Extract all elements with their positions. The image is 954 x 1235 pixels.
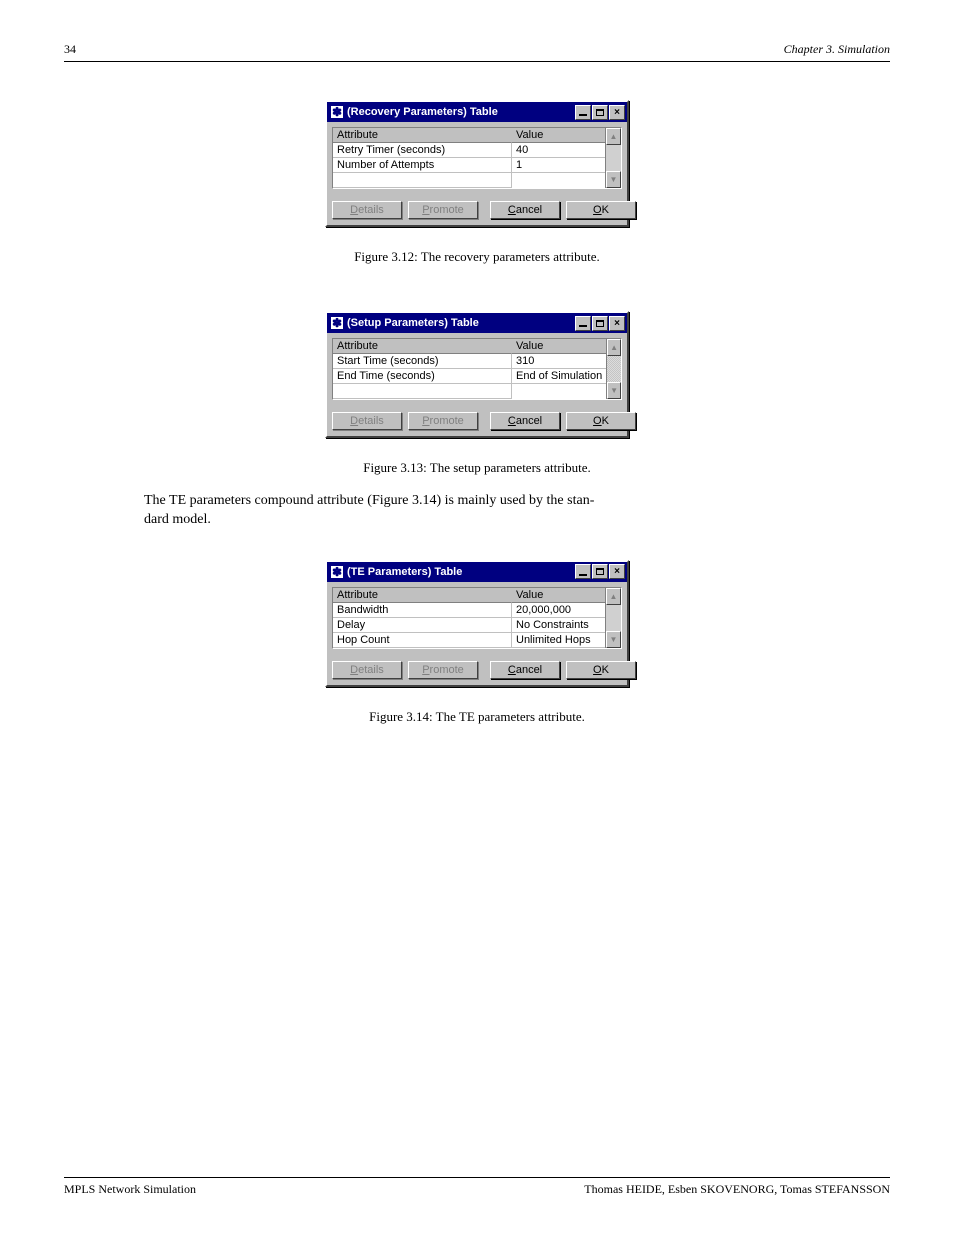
table-header-row: Attribute Value: [333, 128, 605, 143]
promote-button: Promote: [408, 661, 478, 679]
body-paragraph: The TE parameters compound attribute (Fi…: [144, 492, 770, 530]
close-button[interactable]: ×: [609, 105, 625, 120]
minimize-button[interactable]: [575, 316, 591, 331]
header-rule: [64, 61, 890, 62]
figure-caption: Figure 3.14: The TE parameters attribute…: [64, 709, 890, 725]
table-row[interactable]: Retry Timer (seconds) 40: [333, 143, 605, 158]
setup-parameters-dialog: ✽ (Setup Parameters) Table × Attribute V…: [325, 311, 629, 438]
column-value: Value: [512, 128, 605, 143]
figure-caption: Figure 3.12: The recovery parameters att…: [64, 249, 890, 265]
minimize-button[interactable]: [575, 105, 591, 120]
dialog-titlebar[interactable]: ✽ (TE Parameters) Table ×: [327, 562, 627, 582]
ok-button[interactable]: OK: [566, 412, 636, 430]
attr-value[interactable]: Unlimited Hops: [512, 633, 605, 648]
page-number: 34: [64, 42, 76, 57]
attr-name: Bandwidth: [333, 603, 512, 618]
asterisk-icon: ✽: [331, 106, 343, 118]
scroll-up-icon[interactable]: ▲: [606, 588, 621, 605]
scroll-down-icon[interactable]: ▼: [606, 631, 621, 648]
column-attribute: Attribute: [333, 588, 512, 603]
dialog-title: (Setup Parameters) Table: [347, 317, 479, 329]
promote-button: Promote: [408, 412, 478, 430]
attr-value[interactable]: 310: [512, 354, 606, 369]
ok-button[interactable]: OK: [566, 661, 636, 679]
cancel-button[interactable]: Cancel: [490, 201, 560, 219]
attributes-table: Attribute Value Bandwidth 20,000,000 Del…: [332, 587, 622, 649]
footer-rule: [64, 1177, 890, 1178]
ok-button[interactable]: OK: [566, 201, 636, 219]
table-row[interactable]: Delay No Constraints: [333, 618, 605, 633]
cancel-button[interactable]: Cancel: [490, 661, 560, 679]
cancel-button[interactable]: Cancel: [490, 412, 560, 430]
column-value: Value: [512, 588, 605, 603]
column-attribute: Attribute: [333, 128, 512, 143]
details-button: Details: [332, 412, 402, 430]
table-header-row: Attribute Value: [333, 588, 605, 603]
attr-value[interactable]: 1: [512, 158, 605, 173]
table-row[interactable]: End Time (seconds) End of Simulation: [333, 369, 606, 384]
footer-left: MPLS Network Simulation: [64, 1182, 196, 1197]
scroll-up-icon[interactable]: ▲: [606, 128, 621, 145]
dialog-title: (TE Parameters) Table: [347, 566, 462, 578]
maximize-button[interactable]: [592, 105, 608, 120]
attr-name: Hop Count: [333, 633, 512, 648]
attr-name: Delay: [333, 618, 512, 633]
table-header-row: Attribute Value: [333, 339, 606, 354]
attr-value[interactable]: No Constraints: [512, 618, 605, 633]
table-row-empty: [333, 384, 606, 399]
asterisk-icon: ✽: [331, 566, 343, 578]
details-button: Details: [332, 201, 402, 219]
table-row-empty: [333, 173, 605, 188]
minimize-button[interactable]: [575, 564, 591, 579]
table-row[interactable]: Number of Attempts 1: [333, 158, 605, 173]
footer-right: Thomas HEIDE, Esben SKOVENORG, Tomas STE…: [584, 1182, 890, 1197]
attr-value[interactable]: End of Simulation: [512, 369, 606, 384]
details-button: Details: [332, 661, 402, 679]
recovery-parameters-dialog: ✽ (Recovery Parameters) Table × Attribut…: [325, 100, 629, 227]
attributes-table: Attribute Value Retry Timer (seconds) 40…: [332, 127, 622, 189]
attr-value[interactable]: 40: [512, 143, 605, 158]
attr-name: Retry Timer (seconds): [333, 143, 512, 158]
close-button[interactable]: ×: [609, 564, 625, 579]
table-row[interactable]: Hop Count Unlimited Hops: [333, 633, 605, 648]
page-header: 34 Chapter 3. Simulation: [64, 42, 890, 57]
dialog-title: (Recovery Parameters) Table: [347, 106, 498, 118]
maximize-button[interactable]: [592, 316, 608, 331]
scroll-down-icon[interactable]: ▼: [607, 382, 621, 399]
attr-name: End Time (seconds): [333, 369, 512, 384]
maximize-button[interactable]: [592, 564, 608, 579]
dialog-titlebar[interactable]: ✽ (Recovery Parameters) Table ×: [327, 102, 627, 122]
attributes-table: Attribute Value Start Time (seconds) 310…: [332, 338, 622, 400]
table-row[interactable]: Bandwidth 20,000,000: [333, 603, 605, 618]
table-row[interactable]: Start Time (seconds) 310: [333, 354, 606, 369]
promote-button: Promote: [408, 201, 478, 219]
vertical-scrollbar[interactable]: ▲ ▼: [605, 128, 621, 188]
page-footer: MPLS Network Simulation Thomas HEIDE, Es…: [64, 1177, 890, 1197]
te-parameters-dialog: ✽ (TE Parameters) Table × Attribute Valu…: [325, 560, 629, 687]
attr-name: Start Time (seconds): [333, 354, 512, 369]
figure-caption: Figure 3.13: The setup parameters attrib…: [64, 460, 890, 476]
close-button[interactable]: ×: [609, 316, 625, 331]
attr-name: Number of Attempts: [333, 158, 512, 173]
column-attribute: Attribute: [333, 339, 512, 354]
scroll-down-icon[interactable]: ▼: [606, 171, 621, 188]
chapter-title: Chapter 3. Simulation: [784, 42, 890, 57]
dialog-titlebar[interactable]: ✽ (Setup Parameters) Table ×: [327, 313, 627, 333]
asterisk-icon: ✽: [331, 317, 343, 329]
attr-value[interactable]: 20,000,000: [512, 603, 605, 618]
vertical-scrollbar[interactable]: ▲ ▼: [605, 588, 621, 648]
column-value: Value: [512, 339, 606, 354]
scroll-up-icon[interactable]: ▲: [607, 339, 621, 356]
vertical-scrollbar[interactable]: ▲ ▼: [606, 339, 621, 399]
